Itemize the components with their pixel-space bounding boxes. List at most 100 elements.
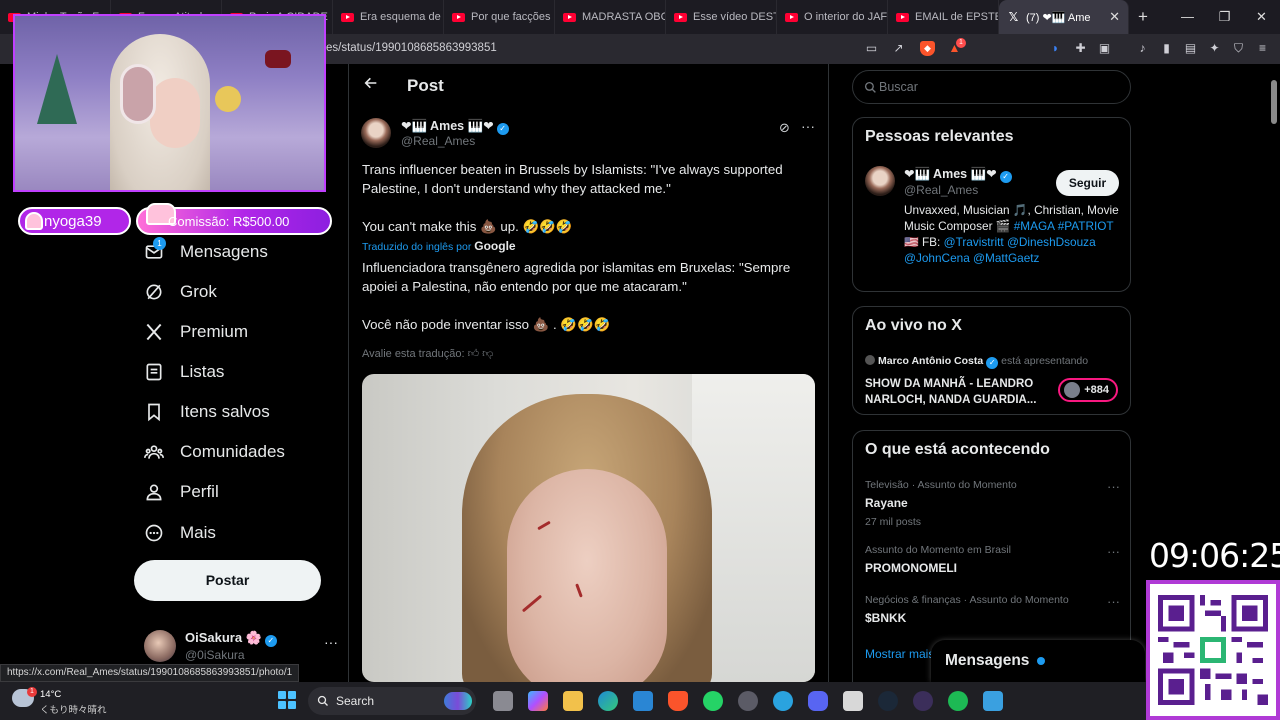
mention-link[interactable]: @Travistritt (944, 235, 1004, 249)
spotify-icon[interactable] (948, 691, 968, 711)
thumbs-up-icon[interactable]: 👍︎ (468, 348, 483, 360)
browser-tab[interactable]: Esse vídeo DESTI (666, 0, 777, 34)
nav-item-bookmarks[interactable]: Itens salvos (144, 394, 270, 430)
brave-browser-icon[interactable] (668, 691, 688, 711)
rewards-badge: 1 (956, 38, 966, 48)
person-name[interactable]: ❤🎹 Ames 🎹❤ ✓ (904, 166, 1012, 183)
maximize-button[interactable]: ❐ (1206, 9, 1243, 25)
hashtag-link[interactable]: #MAGA (1014, 219, 1055, 233)
steam-icon[interactable] (878, 691, 898, 711)
windows-start-icon[interactable] (278, 691, 296, 709)
new-tab-button[interactable]: + (1129, 7, 1157, 27)
app-icon[interactable] (738, 691, 758, 711)
post-column: Post ❤🎹 Ames 🎹❤ ✓ @Real_Ames ⊘ ··· Trans … (348, 64, 829, 682)
nav-item-more[interactable]: Mais (144, 515, 216, 551)
nav-item-communities[interactable]: Comunidades (144, 434, 285, 470)
browser-tab[interactable]: Era esquema de (333, 0, 444, 34)
browser-tab[interactable]: MADRASTA OBC (555, 0, 666, 34)
tab-label: Esse vídeo DESTI (693, 11, 777, 23)
trend-item[interactable]: Negócios & finanças · Assunto do Momento… (865, 594, 1120, 625)
scrollbar-thumb[interactable] (1271, 80, 1277, 124)
edge-icon[interactable] (598, 691, 618, 711)
follow-button[interactable]: Seguir (1056, 170, 1119, 196)
live-listeners-badge[interactable]: +884 (1058, 378, 1118, 402)
extensions-icon[interactable]: ✚ (1073, 41, 1088, 56)
author-handle[interactable]: @Real_Ames (401, 134, 475, 148)
discord-icon[interactable] (808, 691, 828, 711)
weather-widget[interactable]: 1 14°C くもり時々晴れ (12, 687, 142, 717)
more-icon[interactable]: ··· (1107, 544, 1120, 559)
mention-link[interactable]: @MattGaetz (973, 251, 1039, 265)
app-icon[interactable] (843, 691, 863, 711)
post-button[interactable]: Postar (134, 560, 321, 601)
hashtag-link[interactable]: #PATRIOT (1058, 219, 1114, 233)
account-switcher[interactable]: OiSakura 🌸 ✓ @0iSakura ··· (144, 628, 344, 668)
host-name[interactable]: Marco Antônio Costa (878, 355, 983, 367)
grok-explain-icon[interactable]: ⊘ (779, 120, 790, 136)
minimize-button[interactable]: — (1169, 9, 1206, 25)
person-bio: Unvaxxed, Musician 🎵, Christian, Movie M… (904, 202, 1119, 266)
nav-item-lists[interactable]: Listas (144, 354, 224, 390)
menu-icon[interactable]: ≡ (1255, 41, 1270, 56)
show-more-link[interactable]: Mostrar mais (865, 647, 934, 661)
taskbar-search[interactable]: Search (308, 687, 476, 715)
task-view-icon[interactable] (493, 691, 513, 711)
tab-label: Por que facções (471, 11, 551, 23)
section-title: Pessoas relevantes (865, 128, 1014, 145)
sidepanel-icon[interactable]: ▮ (1159, 41, 1174, 56)
url-field[interactable]: es/status/1990108685863993851 (326, 34, 836, 62)
sidebar-icon[interactable]: ▣ (1097, 41, 1112, 56)
telegram-icon[interactable] (773, 691, 793, 711)
more-icon[interactable]: ··· (324, 634, 338, 650)
more-icon[interactable]: ··· (1107, 594, 1120, 609)
whatsapp-icon[interactable] (703, 691, 723, 711)
copilot-icon[interactable] (528, 691, 548, 711)
browser-tab-active[interactable]: 𝕏 (7) ❤🎹 Ame ✕ (999, 0, 1129, 34)
obs-icon[interactable] (913, 691, 933, 711)
thumbs-down-icon[interactable]: 👎︎ (482, 348, 493, 360)
person-handle[interactable]: @Real_Ames (904, 183, 978, 197)
messages-drawer[interactable]: Mensagens (931, 640, 1145, 682)
nav-item-profile[interactable]: Perfil (144, 474, 219, 510)
author-name[interactable]: ❤🎹 Ames 🎹❤ ✓ (401, 118, 509, 135)
share-icon[interactable]: ↗ (891, 41, 906, 56)
nav-item-premium[interactable]: Premium (144, 314, 248, 350)
close-window-button[interactable]: ✕ (1243, 9, 1280, 25)
more-icon[interactable]: ··· (801, 118, 815, 134)
webcam-headphones (120, 64, 156, 124)
post-photo[interactable] (362, 374, 815, 682)
avatar[interactable] (865, 166, 895, 196)
live-show-title[interactable]: SHOW DA MANHÃ - LEANDRO NARLOCH, NANDA G… (865, 376, 1050, 408)
leo-ai-icon[interactable]: ✦ (1207, 41, 1222, 56)
unread-dot (1037, 657, 1045, 665)
close-tab-icon[interactable]: ✕ (1109, 9, 1120, 25)
browser-tab[interactable]: O interior do JAF (777, 0, 888, 34)
mention-link[interactable]: @JohnCena (904, 251, 970, 265)
post-author: ❤🎹 Ames 🎹❤ ✓ @Real_Ames ⊘ ··· (361, 116, 821, 152)
photos-icon[interactable] (983, 691, 1003, 711)
browser-tab[interactable]: Por que facções (444, 0, 555, 34)
more-icon[interactable]: ··· (1107, 479, 1120, 494)
file-explorer-icon[interactable] (563, 691, 583, 711)
search-input[interactable]: Buscar (852, 70, 1131, 104)
music-icon[interactable]: ♪ (1135, 41, 1150, 56)
vpn-icon[interactable]: ◗ (1048, 41, 1063, 56)
temperature: 14°C (40, 689, 62, 700)
mention-link[interactable]: @DineshDsouza (1007, 235, 1096, 249)
x-logo-icon: 𝕏 (1008, 9, 1019, 24)
nav-label: Premium (180, 322, 249, 341)
brave-shields-icon[interactable]: ◆ (920, 41, 935, 56)
vpn-shield-icon[interactable]: ⛉ (1231, 41, 1246, 56)
nav-item-grok[interactable]: Grok (144, 274, 217, 310)
trend-item[interactable]: Televisão · Assunto do Momento Rayane 27… (865, 479, 1120, 528)
avatar[interactable] (361, 118, 391, 148)
nav-label: Mensagens (180, 242, 268, 261)
wallet-icon[interactable]: ▤ (1183, 41, 1198, 56)
browser-tab[interactable]: EMAIL de EPSTE (888, 0, 999, 34)
back-arrow-icon[interactable] (363, 75, 379, 91)
trend-item[interactable]: Assunto do Momento em Brasil PROMONOMELI… (865, 544, 1120, 575)
messages-badge: 1 (153, 237, 166, 250)
cast-icon[interactable]: ▭ (864, 41, 879, 56)
taskbar: 1 14°C くもり時々晴れ Search (0, 682, 1146, 720)
store-icon[interactable] (633, 691, 653, 711)
